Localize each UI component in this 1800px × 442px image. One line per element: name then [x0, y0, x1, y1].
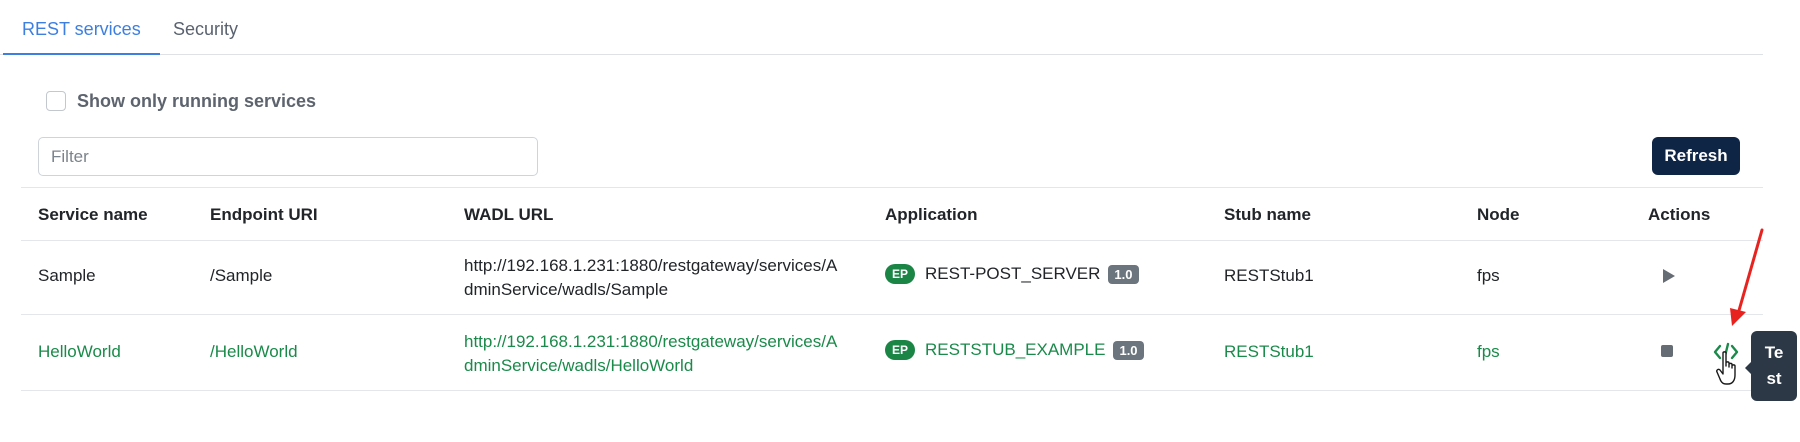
tooltip-text: Te [1764, 343, 1784, 362]
service-name: HelloWorld [38, 342, 121, 361]
tooltip-text: st [1766, 369, 1782, 388]
hand-cursor-icon [1716, 351, 1736, 385]
running-only-checkbox[interactable] [46, 91, 66, 111]
node: fps [1477, 266, 1500, 285]
table-header: Service name Endpoint URI WADL URL Appli… [21, 187, 1763, 241]
header-endpoint-uri: Endpoint URI [210, 205, 318, 224]
wadl-url-line: http://192.168.1.231:1880/restgateway/se… [464, 332, 838, 351]
filter-input[interactable] [38, 137, 538, 176]
stub-name: RESTStub1 [1224, 266, 1314, 285]
application-name: RESTSTUB_EXAMPLE [925, 340, 1106, 359]
red-arrow-icon [1730, 228, 1764, 326]
header-node: Node [1477, 205, 1520, 224]
node: fps [1477, 342, 1500, 361]
stub-name: RESTStub1 [1224, 342, 1314, 361]
play-icon[interactable] [1663, 269, 1675, 283]
header-application: Application [885, 205, 978, 224]
header-stub-name: Stub name [1224, 205, 1311, 224]
table-row: HelloWorld /HelloWorld http://192.168.1.… [21, 315, 1763, 391]
version-badge: 1.0 [1108, 264, 1139, 284]
service-name: Sample [38, 266, 96, 285]
application: EP RESTSTUB_EXAMPLE 1.0 [885, 340, 1144, 360]
tab-bar: REST services Security [0, 0, 1763, 55]
running-only-label: Show only running services [77, 90, 317, 111]
wadl-url-line: dminService/wadls/HelloWorld [464, 356, 694, 375]
wadl-url-line: dminService/wadls/Sample [464, 280, 669, 299]
tab-rest-services[interactable]: REST services [3, 0, 160, 55]
wadl-url-line: http://192.168.1.231:1880/restgateway/se… [464, 256, 838, 275]
ep-badge: EP [885, 264, 916, 284]
version-badge: 1.0 [1113, 340, 1144, 360]
tab-security[interactable]: Security [155, 0, 256, 54]
wadl-url: http://192.168.1.231:1880/restgateway/se… [464, 330, 864, 378]
table-row: Sample /Sample http://192.168.1.231:1880… [21, 239, 1763, 315]
application-name: REST-POST_SERVER [925, 264, 1101, 283]
wadl-url: http://192.168.1.231:1880/restgateway/se… [464, 254, 864, 302]
application: EP REST-POST_SERVER 1.0 [885, 264, 1139, 284]
test-tooltip: Te st [1751, 331, 1797, 401]
header-service-name: Service name [38, 205, 148, 224]
refresh-button[interactable]: Refresh [1652, 137, 1740, 175]
endpoint-uri: /HelloWorld [210, 342, 298, 361]
endpoint-uri: /Sample [210, 266, 273, 285]
running-only-toggle[interactable]: Show only running services [46, 89, 316, 113]
stop-icon[interactable] [1661, 345, 1673, 357]
ep-badge: EP [885, 340, 916, 360]
header-wadl-url: WADL URL [464, 205, 554, 224]
header-actions: Actions [1648, 205, 1711, 224]
